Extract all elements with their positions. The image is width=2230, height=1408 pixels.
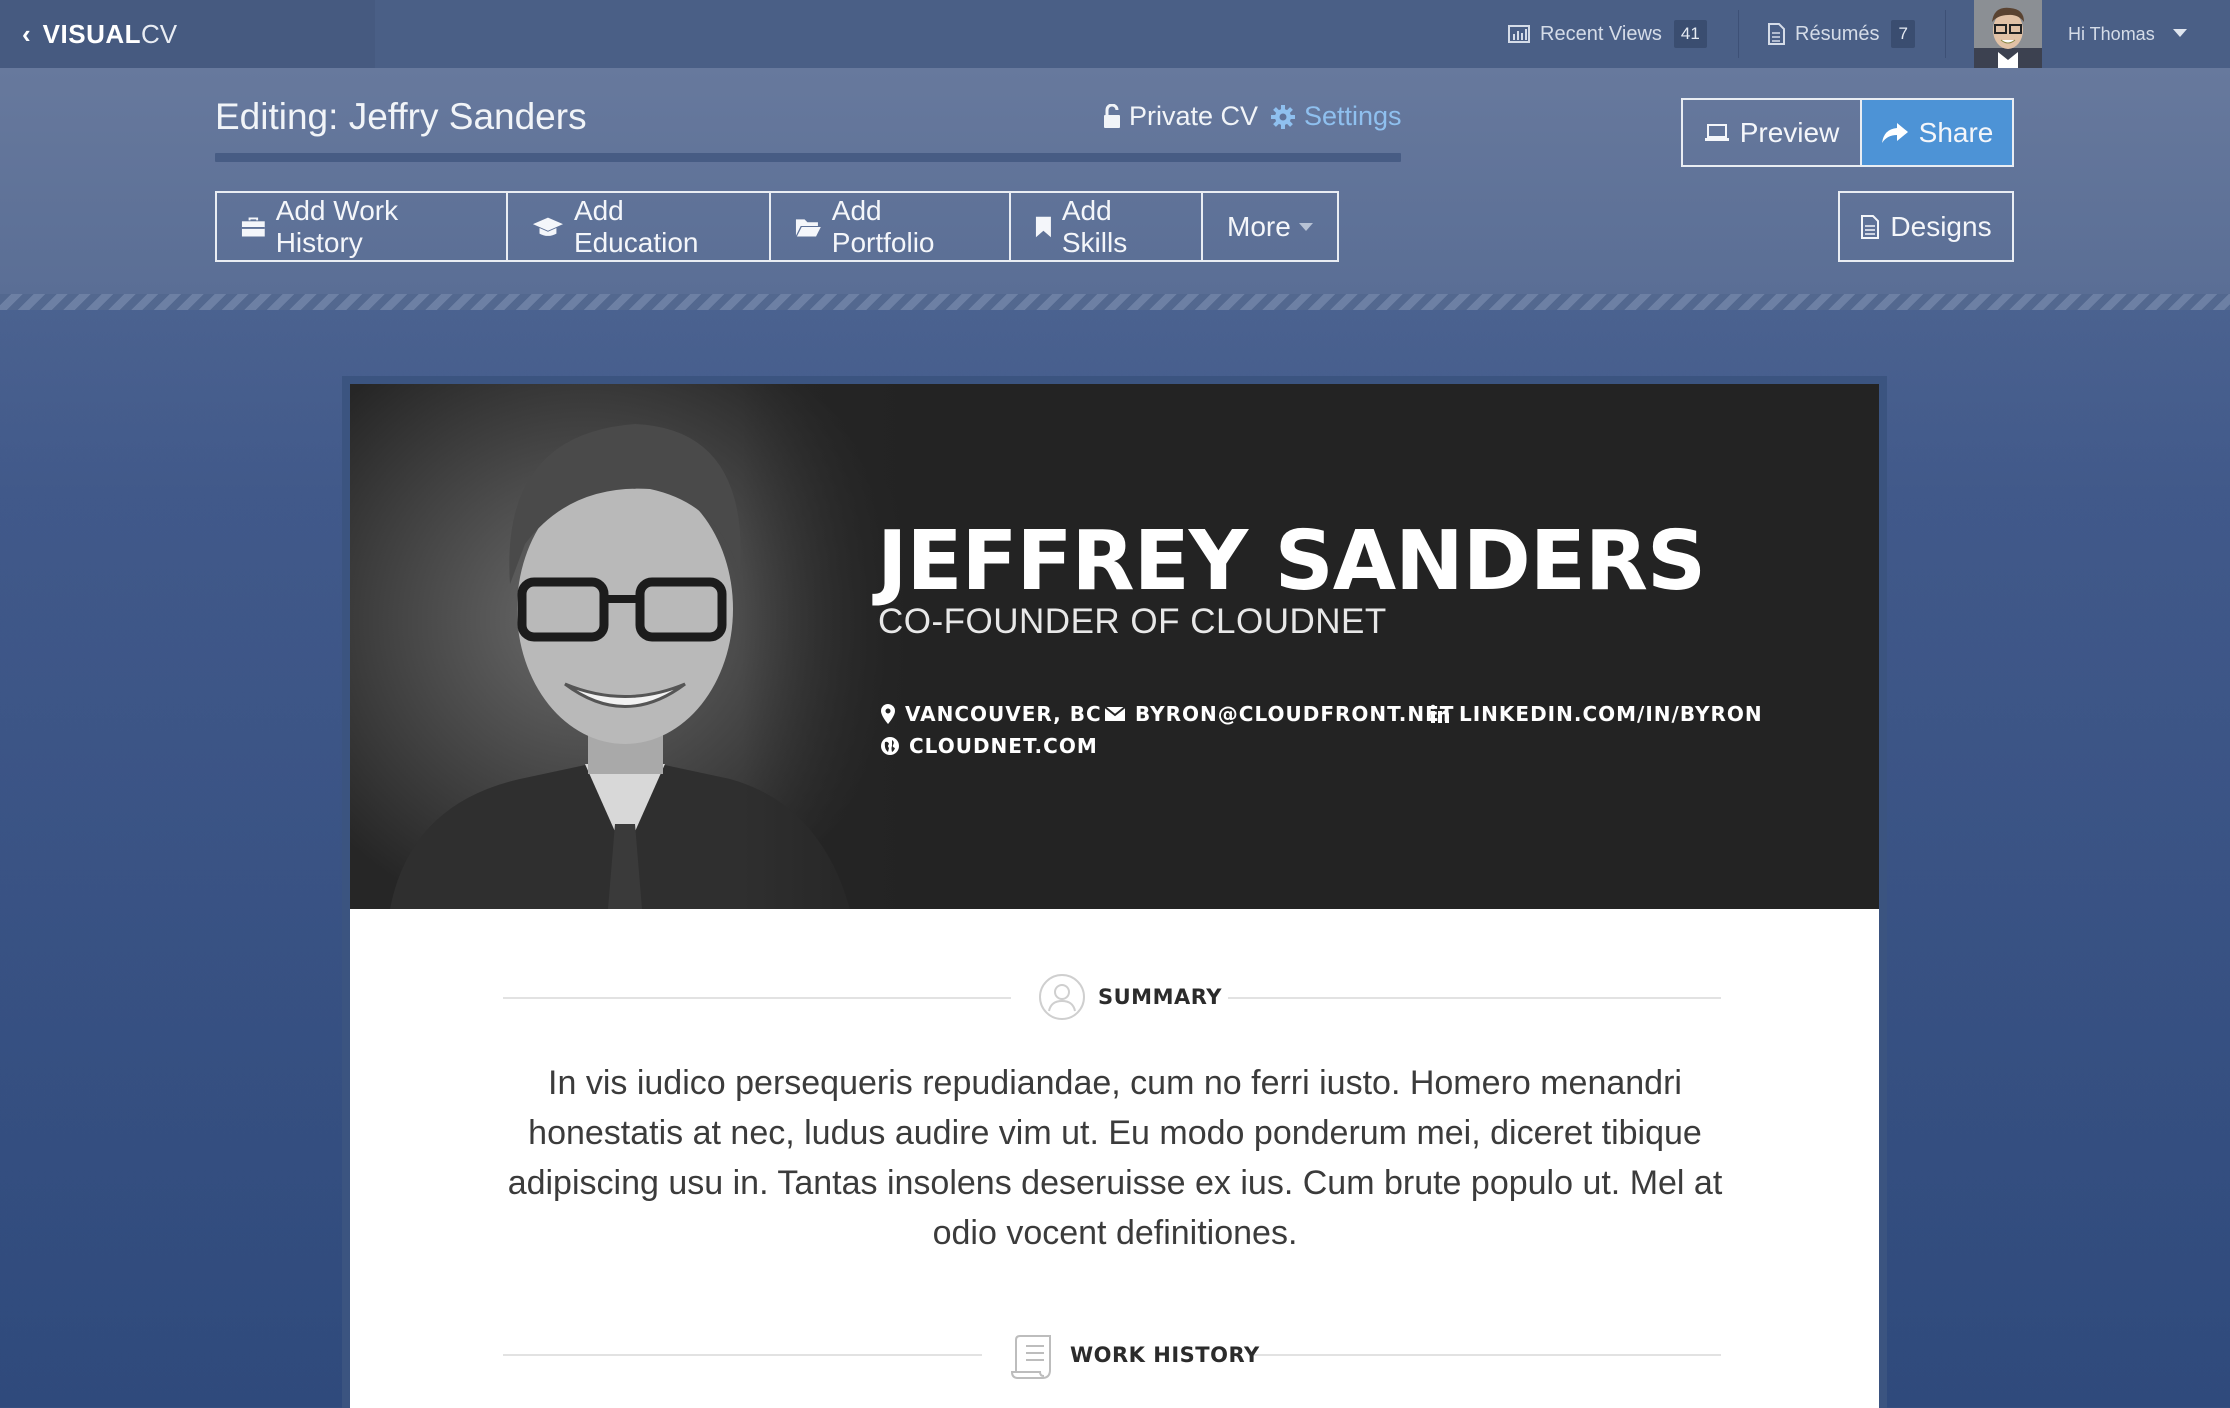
resumes-count-badge: 7 <box>1891 20 1915 48</box>
bookmark-icon <box>1035 216 1051 237</box>
add-work-history-label: Add Work History <box>275 194 399 258</box>
designs-label: Designs <box>1890 210 1992 242</box>
email-text: BYRON@CLOUDFRONT.NET <box>1135 702 1455 726</box>
decorative-stripe <box>0 294 2230 310</box>
share-label: Share <box>1918 116 1994 148</box>
page-title: Editing: Jeffry Sanders <box>215 96 587 137</box>
summary-text[interactable]: In vis iudico persequeris repudiandae, c… <box>500 1058 1730 1258</box>
section-divider <box>503 997 1011 999</box>
profile-photo[interactable] <box>350 384 910 909</box>
work-history-heading[interactable]: WORK HISTORY <box>1010 1330 1260 1380</box>
user-greeting[interactable]: Hi Thomas <box>2068 0 2155 68</box>
recent-views-label: Recent Views <box>1540 22 1662 45</box>
user-circle-icon <box>1039 974 1085 1020</box>
logo-link[interactable]: ‹ VISUAL CV <box>0 0 375 68</box>
resumes-link[interactable]: Résumés 7 <box>1767 0 1915 68</box>
share-arrow-icon <box>1881 122 1908 143</box>
designs-button[interactable]: Designs <box>1838 191 2014 262</box>
contact-website[interactable]: CLOUDNET.COM <box>880 734 1098 758</box>
more-dropdown-button[interactable]: More <box>1203 193 1337 260</box>
cv-document: JEFFREY SANDERS CO-FOUNDER OF CLOUDNET V… <box>342 376 1887 1408</box>
settings-link[interactable]: Settings <box>1270 101 1402 132</box>
settings-label: Settings <box>1304 101 1402 131</box>
contact-email[interactable]: BYRON@CLOUDFRONT.NET <box>1104 702 1454 726</box>
summary-heading-text: SUMMARY <box>1098 985 1222 1009</box>
preview-label: Preview <box>1739 116 1840 148</box>
add-work-history-button[interactable]: Add Work History <box>217 193 508 260</box>
chevron-left-icon: ‹ <box>22 18 31 49</box>
profile-progress-bar <box>215 153 1401 162</box>
preview-button[interactable]: Preview <box>1681 98 1862 167</box>
work-history-heading-text: WORK HISTORY <box>1070 1343 1260 1367</box>
section-divider <box>1228 997 1721 999</box>
add-portfolio-label: Add Portfolio <box>831 194 935 258</box>
linkedin-text: LINKEDIN.COM/IN/BYRON <box>1459 702 1763 726</box>
logo-text-light: CV <box>141 18 178 49</box>
envelope-icon <box>1104 706 1126 721</box>
recent-views-link[interactable]: Recent Views 41 <box>1508 0 1707 68</box>
nav-divider <box>1945 10 1946 58</box>
graduation-cap-icon <box>532 217 563 236</box>
caret-down-icon[interactable] <box>2173 29 2187 37</box>
user-avatar[interactable] <box>1974 0 2042 68</box>
briefcase-icon <box>241 217 265 236</box>
contact-location[interactable]: VANCOUVER, BC <box>880 702 1102 726</box>
linkedin-icon <box>1430 704 1449 723</box>
location-text: VANCOUVER, BC <box>905 702 1102 726</box>
resumes-label: Résumés <box>1795 22 1880 45</box>
document-icon <box>1861 214 1880 239</box>
recent-views-count-badge: 41 <box>1673 20 1707 48</box>
privacy-label: Private CV <box>1129 101 1259 131</box>
scroll-icon <box>1010 1335 1051 1379</box>
add-skills-button[interactable]: Add Skills <box>1011 193 1203 260</box>
add-education-button[interactable]: Add Education <box>508 193 771 260</box>
add-skills-label: Add Skills <box>1061 194 1128 258</box>
share-button[interactable]: Share <box>1860 98 2014 167</box>
add-portfolio-button[interactable]: Add Portfolio <box>771 193 1011 260</box>
add-education-label: Add Education <box>573 194 699 258</box>
summary-heading[interactable]: SUMMARY <box>1038 973 1222 1021</box>
gear-icon <box>1271 104 1295 129</box>
contact-linkedin[interactable]: LINKEDIN.COM/IN/BYRON <box>1430 702 1763 726</box>
bar-chart-icon <box>1508 25 1530 43</box>
folder-open-icon <box>795 218 821 237</box>
document-icon <box>1768 23 1785 45</box>
section-divider <box>1249 1354 1721 1356</box>
cv-role[interactable]: CO-FOUNDER OF CLOUDNET <box>878 602 1387 642</box>
cv-name[interactable]: JEFFREY SANDERS <box>877 514 1706 609</box>
cv-hero-header: JEFFREY SANDERS CO-FOUNDER OF CLOUDNET V… <box>350 384 1879 909</box>
section-divider <box>503 1354 982 1356</box>
logo-text-bold: VISUAL <box>42 18 142 49</box>
website-text: CLOUDNET.COM <box>909 734 1098 758</box>
map-pin-icon <box>881 704 895 724</box>
more-label: More <box>1227 210 1291 242</box>
top-navigation-bar: ‹ VISUAL CV Recent Views 41 Résumés 7 Hi … <box>0 0 2230 68</box>
unlock-icon <box>1104 103 1120 128</box>
caret-down-icon <box>1298 222 1313 231</box>
globe-icon <box>881 737 899 755</box>
laptop-icon <box>1704 123 1729 141</box>
add-section-button-group: Add Work History Add Education Add Portf… <box>215 191 1339 262</box>
privacy-toggle[interactable]: Private CV <box>1103 101 1258 132</box>
nav-divider <box>1738 10 1739 58</box>
